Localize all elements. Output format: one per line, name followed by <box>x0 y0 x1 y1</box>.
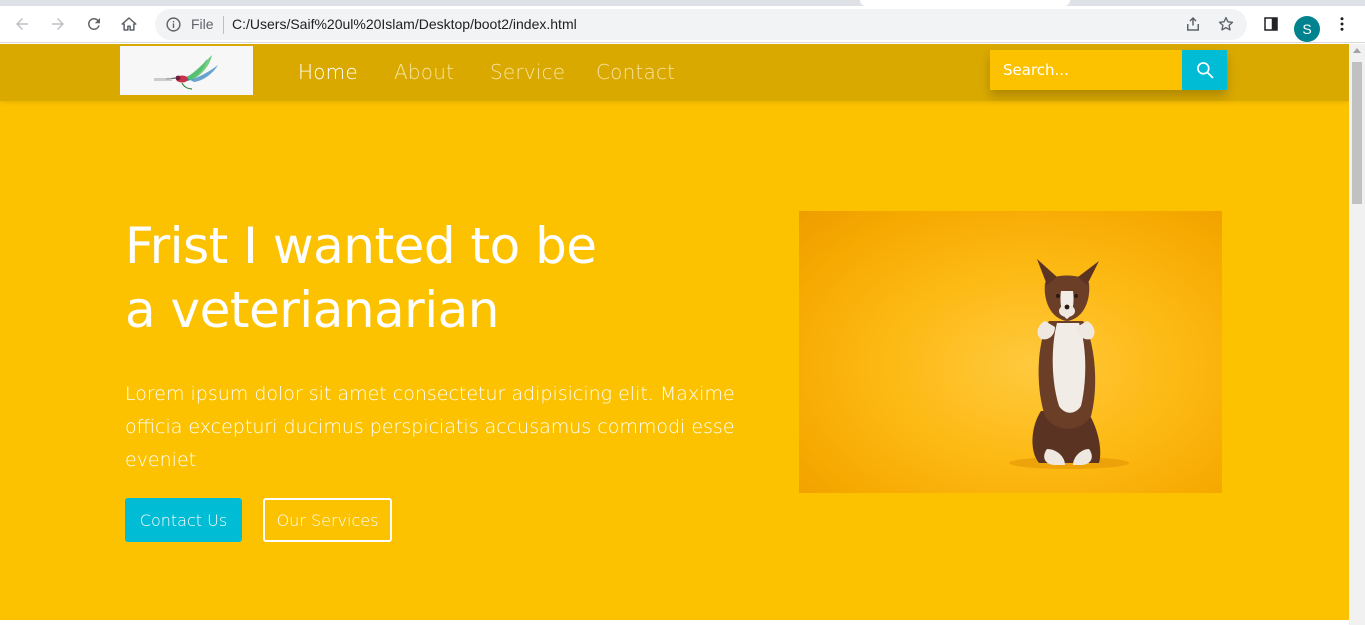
scrollbar-thumb[interactable] <box>1352 62 1362 204</box>
hero-title-line-1: Frist I wanted to be <box>125 217 597 275</box>
scroll-up-arrow-icon[interactable] <box>1353 48 1361 53</box>
address-prefix: File <box>191 16 214 32</box>
side-panel-button[interactable] <box>1257 10 1285 38</box>
search-button[interactable] <box>1182 50 1227 90</box>
contact-us-button[interactable]: Contact Us <box>125 498 242 542</box>
browser-toolbar: File C:/Users/Saif%20ul%20Islam/Desktop/… <box>0 6 1365 43</box>
profile-avatar[interactable]: S <box>1294 16 1320 42</box>
side-panel-icon <box>1264 17 1278 31</box>
hero-title-line-2: a veterianarian <box>125 281 499 339</box>
hero-dog-image <box>799 211 1222 493</box>
kebab-menu-icon <box>1340 17 1344 31</box>
reload-button[interactable] <box>80 10 108 38</box>
info-icon[interactable] <box>165 16 182 33</box>
hero-description: Lorem ipsum dolor sit amet consectetur a… <box>125 383 735 471</box>
nav-link-about[interactable]: About <box>394 60 454 84</box>
star-icon[interactable] <box>1217 15 1235 33</box>
address-separator <box>223 16 224 34</box>
page-viewport: Home About Service Contact Frist I wante… <box>0 44 1349 620</box>
menu-button[interactable] <box>1328 10 1356 38</box>
reload-icon <box>87 17 100 30</box>
dog-icon <box>1009 259 1129 469</box>
home-icon <box>121 17 137 31</box>
hero-title: Frist I wanted to be a veterianarian <box>125 214 685 342</box>
navbar: Home About Service Contact <box>0 44 1349 101</box>
search-form <box>990 50 1227 90</box>
vertical-scrollbar[interactable] <box>1349 44 1365 625</box>
our-services-button[interactable]: Our Services <box>263 498 392 542</box>
url-text[interactable]: C:/Users/Saif%20ul%20Islam/Desktop/boot2… <box>232 16 577 32</box>
brand-logo[interactable] <box>120 46 253 95</box>
forward-button[interactable] <box>44 10 72 38</box>
search-input[interactable] <box>990 50 1182 90</box>
search-icon <box>1196 62 1213 79</box>
share-icon[interactable] <box>1184 15 1202 33</box>
nav-link-service[interactable]: Service <box>490 60 565 84</box>
home-button[interactable] <box>115 10 143 38</box>
arrow-right-icon <box>52 18 64 30</box>
arrow-left-icon <box>16 18 28 30</box>
back-button[interactable] <box>8 10 36 38</box>
nav-link-home[interactable]: Home <box>298 60 358 84</box>
address-bar[interactable]: File C:/Users/Saif%20ul%20Islam/Desktop/… <box>155 9 1247 40</box>
nav-link-contact[interactable]: Contact <box>596 60 675 84</box>
page-bottom-strip <box>0 620 1349 625</box>
hummingbird-logo-icon <box>153 54 218 90</box>
